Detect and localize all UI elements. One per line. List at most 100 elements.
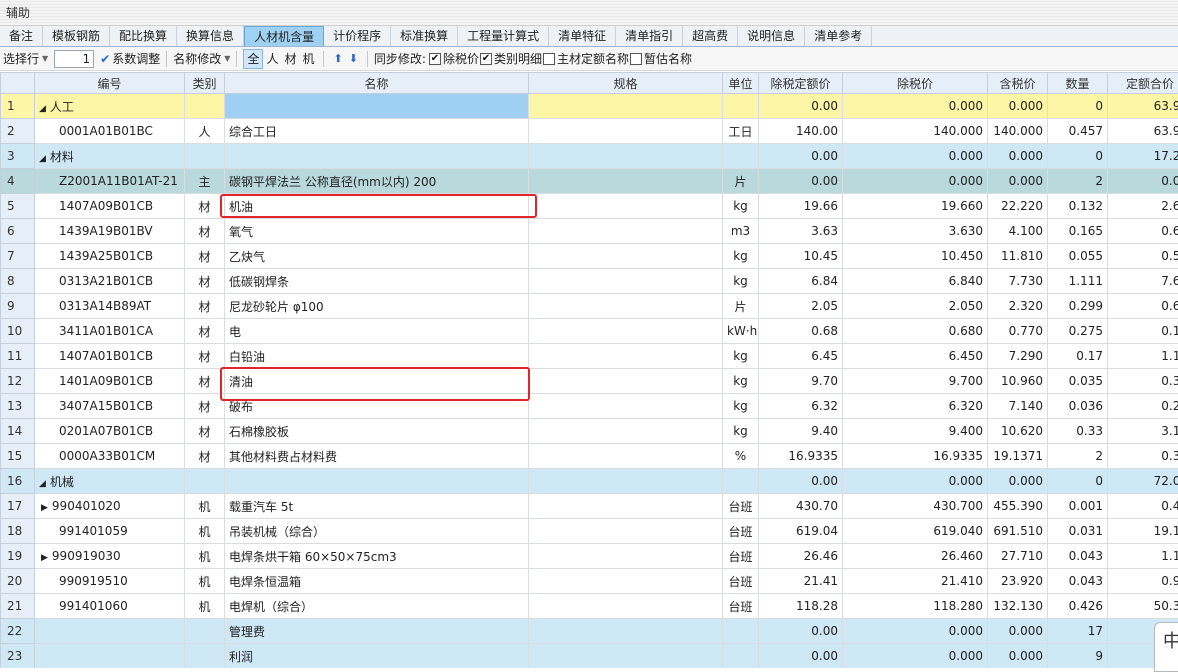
tax-price-cell[interactable]: 19.1371 — [988, 444, 1048, 469]
price-cell[interactable]: 0.000 — [843, 469, 988, 494]
quantity-cell[interactable]: 0.055 — [1048, 244, 1108, 269]
code-cell[interactable]: ◢人工 — [35, 94, 185, 119]
base-price-cell[interactable]: 3.63 — [759, 219, 843, 244]
category-cell[interactable]: 人 — [185, 119, 225, 144]
unit-cell[interactable]: kg — [723, 394, 759, 419]
unit-cell[interactable]: 工日 — [723, 119, 759, 144]
quantity-cell[interactable]: 9 — [1048, 644, 1108, 669]
base-price-cell[interactable]: 0.00 — [759, 169, 843, 194]
quantity-cell[interactable]: 0.299 — [1048, 294, 1108, 319]
price-cell[interactable]: 0.000 — [843, 169, 988, 194]
price-cell[interactable]: 0.000 — [843, 619, 988, 644]
total-cell[interactable]: 0.34 — [1108, 444, 1178, 469]
tab-3[interactable]: 换算信息 — [177, 26, 244, 46]
price-cell[interactable]: 0.680 — [843, 319, 988, 344]
name-cell[interactable]: 清油 — [225, 369, 529, 394]
category-cell[interactable]: 机 — [185, 544, 225, 569]
column-header[interactable]: 类别 — [185, 73, 225, 94]
price-cell[interactable]: 430.700 — [843, 494, 988, 519]
tax-price-cell[interactable]: 10.960 — [988, 369, 1048, 394]
name-cell[interactable]: 尼龙砂轮片 φ100 — [225, 294, 529, 319]
category-cell[interactable]: 材 — [185, 419, 225, 444]
category-cell[interactable]: 机 — [185, 569, 225, 594]
tab-0[interactable]: 备注 — [0, 26, 43, 46]
unit-cell[interactable]: % — [723, 444, 759, 469]
code-cell[interactable]: 0000A33B01CM — [35, 444, 185, 469]
quantity-cell[interactable]: 0.165 — [1048, 219, 1108, 244]
coef-adjust-button[interactable]: ✔ 系数调整 — [97, 47, 163, 71]
quantity-cell[interactable]: 0.275 — [1048, 319, 1108, 344]
tax-price-cell[interactable]: 10.620 — [988, 419, 1048, 444]
category-cell[interactable]: 机 — [185, 519, 225, 544]
spec-cell[interactable] — [529, 519, 723, 544]
price-cell[interactable]: 2.050 — [843, 294, 988, 319]
base-price-cell[interactable]: 6.32 — [759, 394, 843, 419]
name-cell[interactable]: 石棉橡胶板 — [225, 419, 529, 444]
total-cell[interactable]: 1.10 — [1108, 344, 1178, 369]
table-row[interactable]: 19▶990919030机电焊条烘干箱 60×50×75cm3台班26.4626… — [1, 544, 1178, 569]
code-cell[interactable]: 1401A09B01CB — [35, 369, 185, 394]
category-cell[interactable]: 材 — [185, 244, 225, 269]
tax-price-cell[interactable]: 140.000 — [988, 119, 1048, 144]
code-cell[interactable]: 991401059 — [35, 519, 185, 544]
tax-price-cell[interactable]: 0.000 — [988, 169, 1048, 194]
column-header[interactable]: 数量 — [1048, 73, 1108, 94]
spec-cell[interactable] — [529, 394, 723, 419]
spec-cell[interactable] — [529, 144, 723, 169]
unit-cell[interactable]: 台班 — [723, 519, 759, 544]
tab-5[interactable]: 计价程序 — [324, 26, 391, 46]
base-price-cell[interactable]: 0.00 — [759, 144, 843, 169]
code-cell[interactable]: 1439A25B01CB — [35, 244, 185, 269]
price-cell[interactable]: 0.000 — [843, 94, 988, 119]
category-cell[interactable]: 材 — [185, 219, 225, 244]
category-cell[interactable]: 材 — [185, 269, 225, 294]
name-cell[interactable]: 低碳钢焊条 — [225, 269, 529, 294]
column-header[interactable]: 除税价 — [843, 73, 988, 94]
total-cell[interactable]: 63.98 — [1108, 119, 1178, 144]
table-row[interactable]: 21991401060机电焊机（综合）台班118.28118.280132.13… — [1, 594, 1178, 619]
total-cell[interactable]: 1.14 — [1108, 544, 1178, 569]
spec-cell[interactable] — [529, 94, 723, 119]
name-cell[interactable]: 碳钢平焊法兰 公称直径(mm以内) 200 — [225, 169, 529, 194]
table-row[interactable]: 133407A15B01CB材破布kg6.326.3207.1400.0360.… — [1, 394, 1178, 419]
tax-price-cell[interactable]: 0.000 — [988, 619, 1048, 644]
collapse-arrow-icon[interactable]: ◢ — [39, 479, 46, 489]
column-header[interactable] — [1, 73, 35, 94]
tab-2[interactable]: 配比换算 — [110, 26, 177, 46]
base-price-cell[interactable]: 16.9335 — [759, 444, 843, 469]
price-cell[interactable]: 21.410 — [843, 569, 988, 594]
table-row[interactable]: 16◢机械0.000.0000.000072.07 — [1, 469, 1178, 494]
input-method-widget[interactable]: 中 — [1154, 622, 1178, 672]
category-cell[interactable] — [185, 619, 225, 644]
name-cell[interactable]: 氧气 — [225, 219, 529, 244]
column-header[interactable]: 含税价 — [988, 73, 1048, 94]
total-cell[interactable]: 0.43 — [1108, 494, 1178, 519]
price-cell[interactable]: 6.840 — [843, 269, 988, 294]
base-price-cell[interactable]: 19.66 — [759, 194, 843, 219]
sync-checkbox-0[interactable]: ✔除税价 — [429, 50, 479, 67]
column-header[interactable]: 名称 — [225, 73, 529, 94]
select-row-input[interactable]: 1 — [54, 50, 94, 68]
base-price-cell[interactable]: 140.00 — [759, 119, 843, 144]
table-row[interactable]: 18991401059机吊装机械（综合）台班619.04619.040691.5… — [1, 519, 1178, 544]
name-cell[interactable]: 管理费 — [225, 619, 529, 644]
quantity-cell[interactable]: 0.001 — [1048, 494, 1108, 519]
name-cell[interactable]: 电焊条恒温箱 — [225, 569, 529, 594]
total-cell[interactable]: 2.60 — [1108, 194, 1178, 219]
price-cell[interactable]: 0.000 — [843, 144, 988, 169]
tab-1[interactable]: 模板钢筋 — [43, 26, 110, 46]
table-row[interactable]: 71439A25B01CB材乙炔气kg10.4510.45011.8100.05… — [1, 244, 1178, 269]
name-cell[interactable]: 吊装机械（综合） — [225, 519, 529, 544]
base-price-cell[interactable]: 430.70 — [759, 494, 843, 519]
price-cell[interactable]: 6.320 — [843, 394, 988, 419]
tab-7[interactable]: 工程量计算式 — [458, 26, 549, 46]
base-price-cell[interactable]: 619.04 — [759, 519, 843, 544]
unit-cell[interactable]: 台班 — [723, 594, 759, 619]
unit-cell[interactable]: 台班 — [723, 544, 759, 569]
tax-price-cell[interactable]: 691.510 — [988, 519, 1048, 544]
table-row[interactable]: 150000A33B01CM材其他材料费占材料费%16.933516.93351… — [1, 444, 1178, 469]
base-price-cell[interactable]: 0.00 — [759, 94, 843, 119]
table-row[interactable]: 1◢人工0.000.0000.000063.98 — [1, 94, 1178, 119]
tax-price-cell[interactable]: 0.770 — [988, 319, 1048, 344]
move-down-icon[interactable]: ⬇ — [346, 52, 361, 65]
